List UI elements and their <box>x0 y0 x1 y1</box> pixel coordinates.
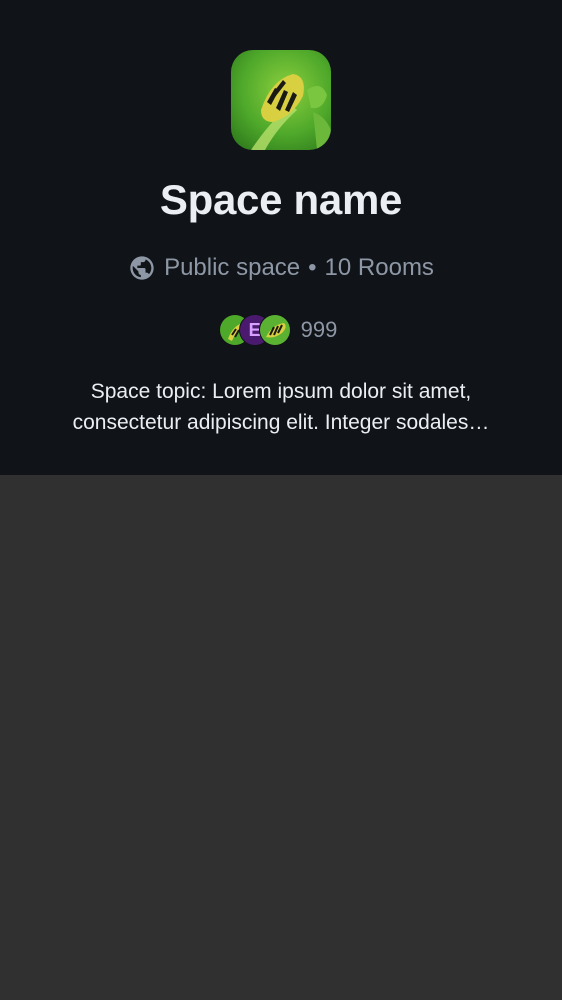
members-summary[interactable]: E 999 <box>0 314 562 346</box>
rooms-count: 10 Rooms <box>324 254 434 281</box>
member-count: 999 <box>300 317 338 342</box>
space-header: Space name Public space • 10 Rooms E 999… <box>0 0 562 475</box>
separator-dot: • <box>308 254 317 281</box>
member-avatar <box>258 314 291 346</box>
space-name: Space name <box>159 176 403 223</box>
caterpillar-photo-icon <box>231 50 331 150</box>
caterpillar-photo-icon <box>259 315 290 345</box>
member-avatars: E <box>218 314 291 346</box>
globe-icon <box>130 256 154 280</box>
space-meta: Public space • 10 Rooms <box>0 254 562 282</box>
space-topic[interactable]: Space topic: Lorem ipsum dolor sit amet,… <box>40 376 522 438</box>
space-avatar[interactable] <box>231 50 331 150</box>
visibility-label: Public space <box>164 254 301 281</box>
